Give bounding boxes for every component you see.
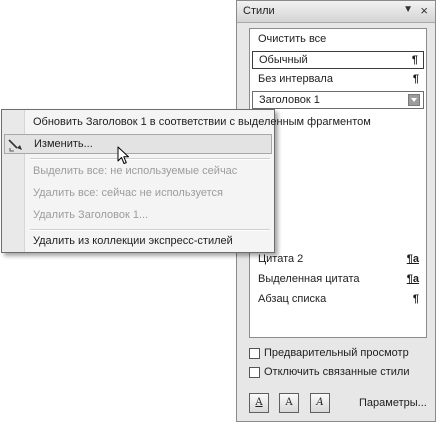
style-item-quote-2[interactable]: Цитата 2 ¶a <box>252 251 424 269</box>
new-style-icon: A <box>255 397 263 408</box>
style-item-no-spacing[interactable]: Без интервала ¶ <box>252 71 424 89</box>
preview-checkbox[interactable]: Предварительный просмотр <box>249 347 438 362</box>
menu-separator <box>30 229 270 231</box>
menu-item-delete-heading[interactable]: Удалить Заголовок 1... <box>4 206 272 226</box>
style-item-intense-quote[interactable]: Выделенная цитата ¶a <box>252 271 424 289</box>
style-list: Очистить все Обычный ¶ Без интервала ¶ З… <box>249 28 427 338</box>
style-item-label: Заголовок 1 <box>259 94 320 106</box>
pane-title: Стили <box>243 5 275 17</box>
menu-item-remove-all-unused[interactable]: Удалить все: сейчас не используется <box>4 184 272 204</box>
checkbox-box[interactable] <box>249 367 260 378</box>
style-item-label: Обычный <box>259 54 308 66</box>
pane-title-bar: Стили ▼ × <box>237 1 435 23</box>
pane-menu-dropdown-icon[interactable]: ▼ <box>403 4 413 15</box>
disable-linked-styles-checkbox[interactable]: Отключить связанные стили <box>249 366 438 381</box>
manage-styles-button[interactable]: A <box>310 393 330 413</box>
menu-item-remove-from-gallery[interactable]: Удалить из коллекции экспресс-стилей <box>4 232 272 252</box>
menu-item-label: Выделить все: не используемые сейчас <box>33 165 238 177</box>
paragraph-mark-icon: ¶ <box>412 73 419 85</box>
options-link[interactable]: Параметры... <box>359 397 427 409</box>
style-item-list-paragraph[interactable]: Абзац списка ¶ <box>252 291 424 309</box>
menu-item-label: Изменить... <box>34 138 93 150</box>
style-item-label: Очистить все <box>258 33 327 45</box>
paragraph-mark-icon: ¶ <box>411 54 418 66</box>
linked-style-mark-icon: ¶a <box>406 273 419 285</box>
checkbox-label: Отключить связанные стили <box>264 366 410 378</box>
edit-style-icon <box>8 137 24 153</box>
menu-item-update-to-match[interactable]: Обновить Заголовок 1 в соответствии с вы… <box>4 113 371 133</box>
menu-separator <box>30 158 270 160</box>
style-item-label: Без интервала <box>258 73 333 85</box>
menu-item-label: Удалить Заголовок 1... <box>33 209 149 221</box>
style-item-label: Выделенная цитата <box>258 273 360 285</box>
menu-item-label: Удалить из коллекции экспресс-стилей <box>33 235 233 247</box>
menu-item-label: Обновить Заголовок 1 в соответствии с вы… <box>33 116 371 128</box>
style-inspector-icon: A <box>285 397 293 408</box>
style-dropdown-icon[interactable] <box>408 94 420 106</box>
menu-item-modify[interactable]: Изменить... <box>4 134 272 154</box>
style-item-label: Абзац списка <box>258 293 327 305</box>
checkbox-box[interactable] <box>249 348 260 359</box>
mouse-pointer-icon <box>117 146 129 164</box>
style-item-heading-1[interactable]: Заголовок 1 <box>252 91 424 109</box>
style-item-clear-all[interactable]: Очистить все <box>252 31 424 49</box>
style-item-label: Цитата 2 <box>258 253 304 265</box>
style-context-menu: Обновить Заголовок 1 в соответствии с вы… <box>1 109 371 253</box>
checkbox-label: Предварительный просмотр <box>264 347 409 359</box>
menu-item-label: Удалить все: сейчас не используется <box>33 187 223 199</box>
menu-item-select-all-unused[interactable]: Выделить все: не используемые сейчас <box>4 162 272 182</box>
manage-styles-icon: A <box>316 397 324 408</box>
new-style-button[interactable]: A <box>249 393 269 413</box>
style-inspector-button[interactable]: A <box>279 393 299 413</box>
pane-close-icon[interactable]: × <box>420 3 428 18</box>
style-item-normal[interactable]: Обычный ¶ <box>252 51 424 69</box>
paragraph-mark-icon: ¶ <box>412 293 419 305</box>
linked-style-mark-icon: ¶a <box>406 253 419 265</box>
